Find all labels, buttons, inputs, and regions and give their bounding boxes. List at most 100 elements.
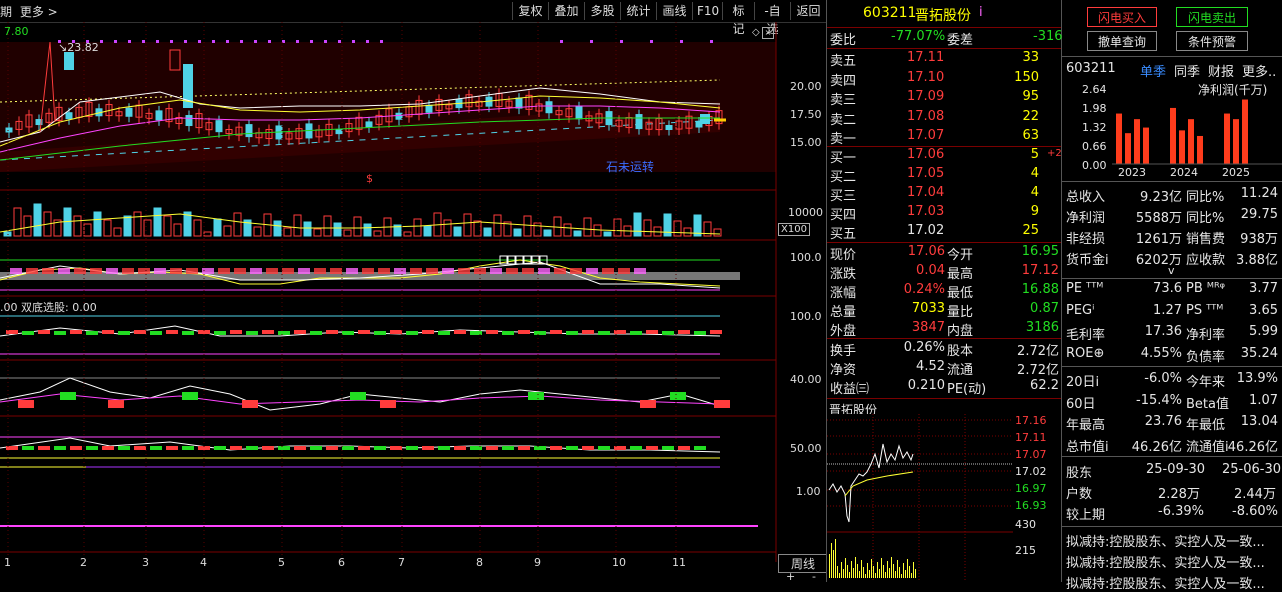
month-label: 3: [142, 556, 149, 569]
intraday-chart[interactable]: [827, 414, 1013, 580]
bid-change: +2: [1047, 148, 1062, 159]
month-label: 7: [398, 556, 405, 569]
cancel-query-button[interactable]: 撤单查询: [1087, 31, 1157, 51]
info-icon[interactable]: i: [979, 5, 983, 20]
candle-body: [395, 112, 403, 120]
candle-body: [515, 97, 523, 109]
intraday-vol-bar: [909, 566, 910, 578]
tab-single-quarter[interactable]: 单季: [1140, 61, 1166, 80]
statistics-button[interactable]: 统计: [620, 2, 656, 20]
ind2-bar: [278, 331, 290, 335]
ind4-bar: [358, 446, 370, 450]
news-item[interactable]: 拟减持:控股股东、实控人及一致...: [1066, 552, 1265, 571]
ind1-bar: [330, 268, 342, 274]
watchlist-button[interactable]: -自选: [754, 2, 790, 36]
ind4-bar: [134, 446, 146, 450]
multi-stock-button[interactable]: 多股: [584, 2, 620, 20]
divider: [827, 48, 1061, 49]
kline-chart[interactable]: [0, 22, 826, 582]
tab-same-quarter[interactable]: 同季: [1174, 61, 1200, 80]
draw-line-button[interactable]: 画线: [656, 2, 692, 20]
bid-price[interactable]: 17.03: [907, 204, 944, 219]
tab-more[interactable]: 更多..: [1242, 61, 1276, 80]
bid-price[interactable]: 17.02: [907, 223, 944, 238]
signal-s-mark: $: [366, 172, 373, 185]
ind4-bar: [22, 446, 34, 450]
ind2-axis: 100.0: [790, 310, 822, 323]
volume-bar: [403, 231, 412, 237]
close-icon[interactable]: ×: [762, 27, 774, 39]
volume-bar: [673, 220, 682, 237]
intraday-vol-bar: [907, 559, 908, 578]
diamond-icon[interactable]: ◇: [752, 27, 760, 38]
condition-alert-button[interactable]: 条件预警: [1176, 31, 1248, 51]
ind2-bar: [182, 331, 194, 335]
metric-value: 3.65: [1249, 302, 1278, 318]
ind1-bar: [250, 268, 262, 274]
vol-unit-box[interactable]: X100: [778, 223, 810, 236]
zoom-out-button[interactable]: -: [812, 570, 816, 583]
net-profit-chart: [1112, 99, 1282, 165]
metric-label: 年最高: [1066, 418, 1106, 433]
vol-axis-10000: 10000: [788, 206, 823, 219]
tab-report[interactable]: 财报: [1208, 61, 1234, 80]
back-button[interactable]: 返回: [790, 2, 826, 20]
weibi-label: 委比: [830, 33, 857, 48]
ask-price[interactable]: 17.07: [907, 128, 944, 143]
ask-price[interactable]: 17.09: [907, 89, 944, 104]
news-item[interactable]: 拟减持:控股股东、实控人及一致...: [1066, 531, 1265, 550]
ind2-title: .00 双底选股: 0.00: [0, 301, 97, 314]
intraday-vol-bar: [903, 563, 904, 578]
high-price-label: ↘23.82: [58, 41, 99, 54]
intraday-vol-bar: [899, 567, 900, 578]
top-dot: [254, 40, 257, 43]
metric-value: 73.6: [1153, 281, 1182, 296]
stat-value: 17.12: [1021, 263, 1059, 278]
volume-bar: [163, 215, 172, 237]
volume-bar: [313, 228, 322, 237]
flash-sell-button[interactable]: 闪电卖出: [1176, 7, 1248, 27]
ind2-bar: [214, 331, 226, 335]
ind2-bar: [662, 331, 674, 335]
zoom-in-button[interactable]: +: [786, 570, 795, 583]
candle-body: [665, 124, 673, 130]
overlay-button[interactable]: 叠加: [548, 2, 584, 20]
top-dot: [170, 40, 173, 43]
intraday-vol-bar: [901, 574, 902, 578]
intraday-vol-bar: [911, 573, 912, 578]
price-axis-17-5: 17.50: [790, 108, 822, 121]
expand-chevron-icon[interactable]: v: [1168, 264, 1175, 277]
ind4-bar: [374, 446, 386, 450]
fuquan-button[interactable]: 复权: [512, 2, 548, 20]
bar-year-label: 2024: [1170, 166, 1198, 179]
news-item[interactable]: 拟减持:控股股东、实控人及一致...: [1066, 573, 1265, 592]
intraday-vol-bar: [865, 574, 866, 578]
stat-label: 量比: [947, 305, 974, 320]
ask-price[interactable]: 17.10: [907, 70, 944, 85]
ask-price[interactable]: 17.08: [907, 109, 944, 124]
bid-price[interactable]: 17.06: [907, 147, 944, 162]
more-menu[interactable]: 更多 >: [20, 5, 58, 19]
volume-bar: [143, 219, 152, 237]
bid-price[interactable]: 17.04: [907, 185, 944, 200]
bar-axis-label: 1.98: [1082, 102, 1107, 115]
volume-bar: [553, 216, 562, 237]
ind4-bar: [182, 446, 194, 450]
candle-body: [365, 121, 373, 128]
flash-buy-button[interactable]: 闪电买入: [1087, 7, 1157, 27]
ind1-bar: [170, 268, 182, 274]
top-dot: [338, 40, 341, 43]
metric-value: 46.26亿: [1227, 439, 1278, 455]
mark-button[interactable]: 标记: [722, 2, 754, 36]
volume-bar: [643, 219, 652, 237]
ind4-bar: [166, 446, 178, 450]
bid-price[interactable]: 17.05: [907, 166, 944, 181]
f10-button[interactable]: F10: [692, 2, 722, 20]
intraday-vol-bar: [841, 562, 842, 578]
intraday-vol-bar: [863, 567, 864, 578]
ind4-bar: [54, 446, 66, 450]
ask-price[interactable]: 17.11: [907, 50, 944, 65]
ind4-bar: [630, 446, 642, 450]
ind4-bar: [454, 446, 466, 450]
volume-bar: [593, 224, 602, 237]
